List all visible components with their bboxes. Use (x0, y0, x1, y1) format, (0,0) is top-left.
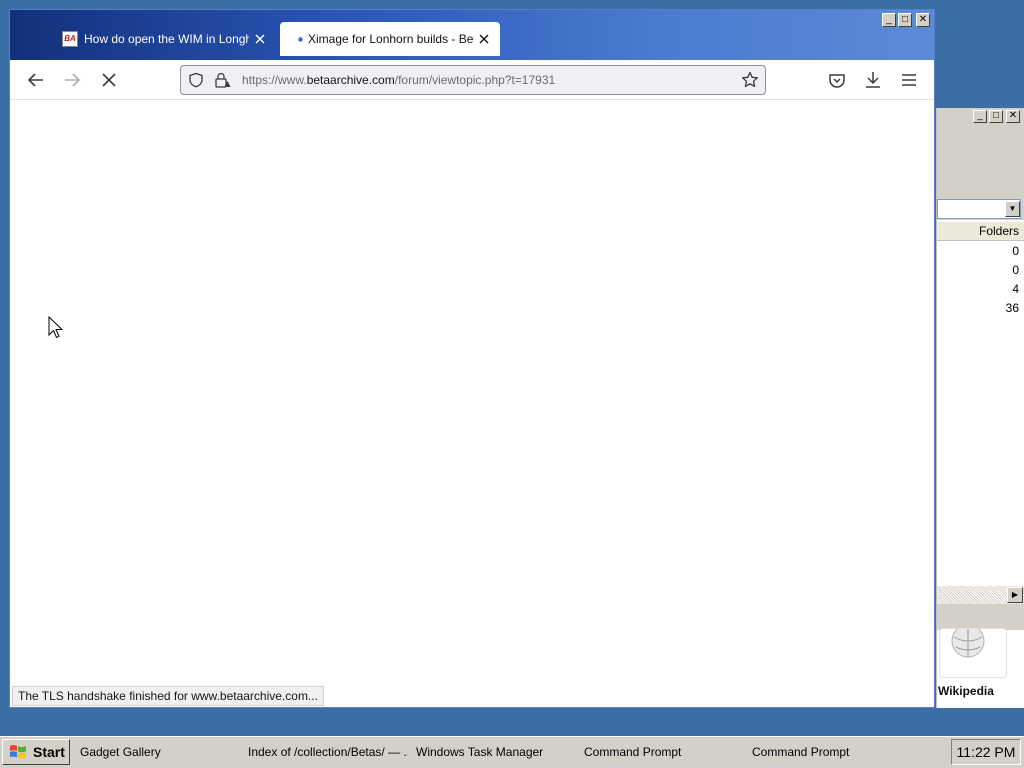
start-button[interactable]: Start (2, 739, 70, 765)
wikipedia-globe-icon (951, 629, 985, 658)
taskbar-item-task-manager[interactable]: Windows Task Manager (416, 739, 576, 765)
bg-status-area (937, 604, 1024, 630)
system-clock[interactable]: 11:22 PM (951, 739, 1021, 765)
bg-toolbar (937, 128, 1024, 198)
horizontal-scrollbar[interactable]: ▶ (937, 586, 1024, 604)
browser-titlebar: _ □ ✕ BA How do open the WIM in Longhorn… (10, 10, 934, 60)
url-domain: betaarchive.com (306, 73, 395, 87)
taskbar-item-index-collection[interactable]: Index of /collection/Betas/ — ... (248, 739, 408, 765)
url-prefix: https://www. (242, 73, 307, 87)
insecure-lock-icon[interactable] (214, 71, 232, 89)
folders-column-header[interactable]: Folders (937, 222, 1024, 241)
loading-dot-icon (298, 37, 303, 42)
scroll-right-icon[interactable]: ▶ (1007, 587, 1023, 603)
hamburger-menu-icon[interactable] (898, 69, 920, 91)
close-button[interactable]: ✕ (916, 13, 930, 27)
mouse-cursor-icon (48, 316, 64, 339)
tracking-shield-icon[interactable] (188, 72, 204, 88)
firefox-window: _ □ ✕ BA How do open the WIM in Longhorn… (9, 9, 935, 708)
taskbar: Start Gadget Gallery Index of /collectio… (0, 736, 1024, 768)
forward-arrow-icon[interactable] (61, 69, 83, 91)
wikipedia-gadget-label: Wikipedia (938, 684, 994, 698)
close-tab-icon[interactable] (478, 33, 490, 45)
bg-address-combo: ▼ (937, 198, 1024, 220)
taskbar-item-command-prompt[interactable]: Command Prompt (584, 739, 744, 765)
minimize-button[interactable]: _ (882, 13, 896, 27)
tab-wim-longhorn[interactable]: BA How do open the WIM in Longhorn (56, 22, 270, 56)
url-text[interactable]: https://www.betaarchive.com/forum/viewto… (242, 66, 555, 94)
bg-maximize-button[interactable]: □ (989, 110, 1003, 123)
betaarchive-favicon-icon: BA (62, 31, 78, 47)
page-content-area[interactable]: The TLS handshake finished for www.betaa… (10, 100, 934, 707)
downloads-icon[interactable] (862, 69, 884, 91)
status-bar: The TLS handshake finished for www.betaa… (12, 686, 324, 706)
taskbar-item-command-prompt[interactable]: Command Prompt (752, 739, 912, 765)
maximize-button[interactable]: □ (898, 13, 912, 27)
background-explorer-window: _ □ ✕ ▼ Folders 0 0 4 36 ▶ Wikipedia (936, 108, 1024, 708)
wikipedia-gadget[interactable] (939, 628, 1007, 678)
pocket-icon[interactable] (826, 69, 848, 91)
folders-count-cell: 36 (1005, 301, 1019, 315)
folders-count-cell: 0 (1012, 263, 1019, 277)
taskbar-item-gadget-gallery[interactable]: Gadget Gallery (80, 739, 240, 765)
stop-loading-icon[interactable] (98, 69, 120, 91)
close-tab-icon[interactable] (254, 33, 266, 45)
windows-logo-icon (10, 745, 26, 759)
back-arrow-icon[interactable] (25, 69, 47, 91)
url-bar[interactable]: https://www.betaarchive.com/forum/viewto… (180, 65, 766, 95)
navigation-toolbar: https://www.betaarchive.com/forum/viewto… (10, 60, 934, 100)
start-label: Start (33, 744, 65, 760)
tab-label: How do open the WIM in Longhorn (84, 32, 249, 46)
url-path: /forum/viewtopic.php?t=17931 (394, 73, 556, 87)
tab-ximage-lonhorn[interactable]: Ximage for Lonhorn builds - BetaArchive (280, 22, 500, 56)
bg-minimize-button[interactable]: _ (973, 110, 987, 123)
folders-count-cell: 4 (1012, 282, 1019, 296)
bg-close-button[interactable]: ✕ (1006, 110, 1020, 123)
folders-count-cell: 0 (1012, 244, 1019, 258)
combo-dropdown-icon[interactable]: ▼ (1005, 201, 1020, 217)
tab-label: Ximage for Lonhorn builds - BetaArchive (308, 32, 474, 46)
bg-window-titlebar: _ □ ✕ (937, 108, 1024, 128)
bookmark-star-icon[interactable] (741, 71, 759, 89)
